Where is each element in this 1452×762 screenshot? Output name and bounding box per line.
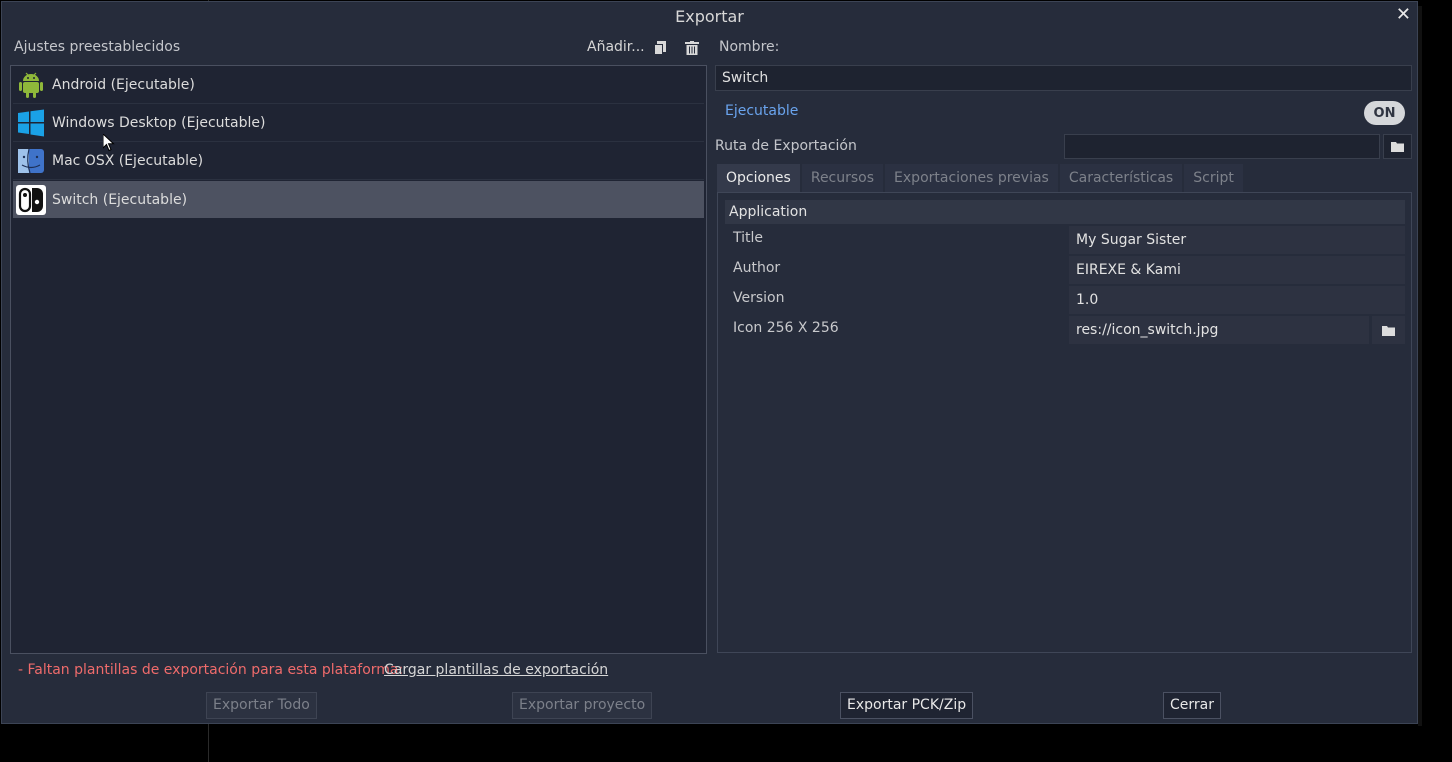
tab-patches[interactable]: Exportaciones previas bbox=[885, 164, 1058, 192]
export-pck-button[interactable]: Exportar PCK/Zip bbox=[840, 692, 974, 719]
add-preset-button[interactable]: Añadir... bbox=[587, 39, 645, 55]
property-label: Version bbox=[733, 290, 785, 306]
property-label: Icon 256 X 256 bbox=[733, 320, 839, 336]
property-label: Author bbox=[733, 260, 781, 276]
missing-templates-warning: - Faltan plantillas de exportación para … bbox=[18, 662, 404, 678]
property-row-version: Version 1.0 bbox=[725, 285, 1405, 315]
delete-icon[interactable] bbox=[684, 39, 700, 57]
close-button[interactable]: Cerrar bbox=[1163, 692, 1221, 719]
tab-options[interactable]: Opciones bbox=[717, 164, 800, 192]
preset-item-windows[interactable]: Windows Desktop (Ejecutable) bbox=[13, 105, 704, 142]
export-dialog: Exportar ✕ Ajustes preestablecidos Añadi… bbox=[1, 1, 1418, 724]
switch-icon bbox=[16, 184, 46, 215]
property-row-author: Author EIREXE & Kami bbox=[725, 255, 1405, 285]
preset-label: Mac OSX (Ejecutable) bbox=[52, 153, 204, 169]
export-path-label: Ruta de Exportación bbox=[715, 138, 857, 154]
preset-label: Switch (Ejecutable) bbox=[52, 191, 188, 208]
name-input[interactable]: Switch bbox=[715, 65, 1412, 91]
presets-label: Ajustes preestablecidos bbox=[14, 39, 181, 55]
export-project-button[interactable]: Exportar proyecto bbox=[512, 692, 653, 719]
preset-item-switch[interactable]: Switch (Ejecutable) bbox=[13, 181, 704, 218]
dialog-title: Exportar bbox=[675, 7, 744, 26]
name-label: Nombre: bbox=[719, 39, 780, 55]
author-field[interactable]: EIREXE & Kami bbox=[1069, 256, 1405, 284]
property-label: Title bbox=[733, 230, 764, 246]
preset-item-mac[interactable]: Mac OSX (Ejecutable) bbox=[13, 143, 704, 180]
preset-label: Windows Desktop (Ejecutable) bbox=[52, 115, 266, 131]
load-templates-link[interactable]: Cargar plantillas de exportación bbox=[384, 662, 608, 678]
property-row-title: Title My Sugar Sister bbox=[725, 225, 1405, 255]
folder-icon[interactable] bbox=[1372, 316, 1405, 344]
mouse-cursor-icon bbox=[102, 132, 115, 156]
preset-item-android[interactable]: Android (Ejecutable) bbox=[13, 67, 704, 104]
runnable-label: Ejecutable bbox=[725, 103, 799, 119]
runnable-toggle[interactable]: ON bbox=[1364, 101, 1405, 125]
android-icon bbox=[16, 70, 46, 100]
icon-path-field[interactable]: res://icon_switch.jpg bbox=[1069, 316, 1369, 344]
mac-finder-icon bbox=[16, 146, 46, 176]
preset-label: Android (Ejecutable) bbox=[52, 77, 195, 93]
property-row-icon: Icon 256 X 256 res://icon_switch.jpg bbox=[725, 315, 1405, 345]
dialog-shadow bbox=[1418, 6, 1422, 726]
tab-script[interactable]: Script bbox=[1184, 164, 1243, 192]
windows-icon bbox=[16, 108, 46, 138]
close-icon[interactable]: ✕ bbox=[1396, 4, 1411, 25]
export-path-input[interactable] bbox=[1064, 134, 1380, 159]
tab-bar: Opciones Recursos Exportaciones previas … bbox=[717, 164, 1245, 192]
version-field[interactable]: 1.0 bbox=[1069, 286, 1405, 314]
tab-resources[interactable]: Recursos bbox=[801, 164, 884, 192]
folder-icon[interactable] bbox=[1383, 134, 1412, 159]
export-all-button[interactable]: Exportar Todo bbox=[206, 692, 317, 719]
title-field[interactable]: My Sugar Sister bbox=[1069, 226, 1405, 254]
tab-features[interactable]: Características bbox=[1059, 164, 1183, 192]
section-application[interactable]: Application bbox=[725, 200, 1405, 224]
options-panel: Application Title My Sugar Sister Author… bbox=[717, 192, 1412, 653]
duplicate-icon[interactable] bbox=[652, 39, 668, 57]
